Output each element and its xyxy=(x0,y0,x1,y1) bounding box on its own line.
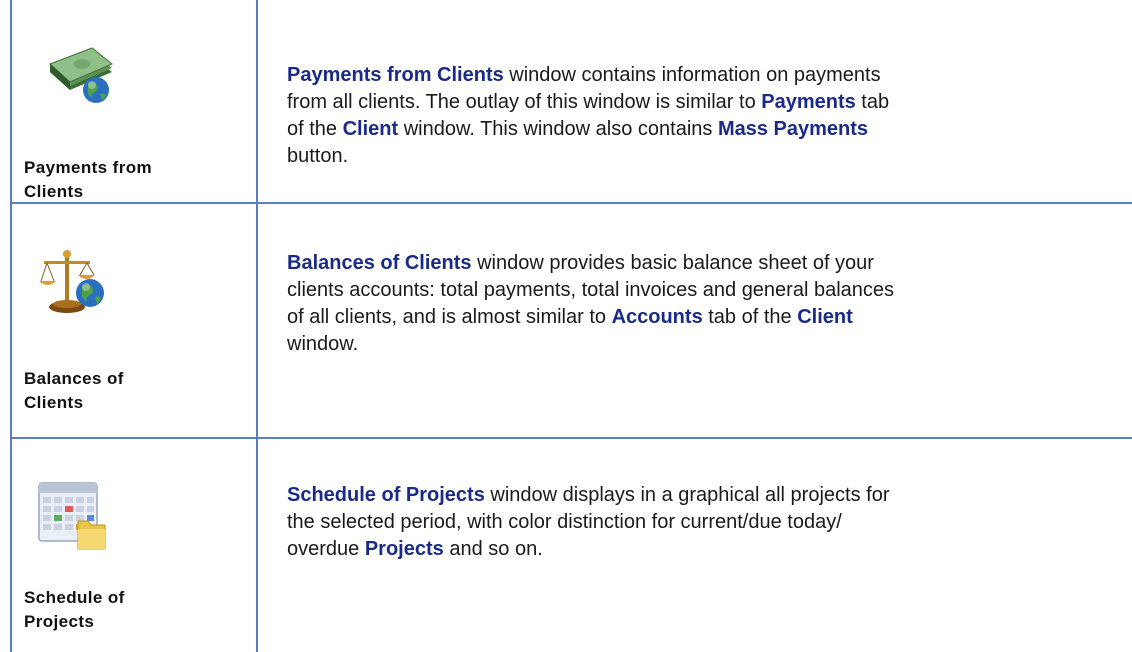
scales-globe-icon xyxy=(38,245,118,325)
table-border-middle xyxy=(256,0,258,652)
link-balances-of-clients[interactable]: Balances of Clients xyxy=(287,252,472,274)
label-balances-of-clients: Balances of Clients xyxy=(24,369,124,412)
money-globe-icon xyxy=(42,42,122,122)
calendar-folder-icon xyxy=(36,475,116,555)
link-payments-from-clients[interactable]: Payments from Clients xyxy=(287,64,504,86)
label-payments-from-clients: Payments from Clients xyxy=(24,158,153,201)
description-schedule-of-projects: Schedule of Projects window displays in … xyxy=(287,484,890,560)
link-schedule-of-projects[interactable]: Schedule of Projects xyxy=(287,484,485,506)
link-client[interactable]: Client xyxy=(797,306,853,328)
link-client[interactable]: Client xyxy=(343,118,399,140)
row-divider xyxy=(10,437,1132,439)
label-schedule-of-projects: Schedule of Projects xyxy=(24,588,125,631)
link-payments[interactable]: Payments xyxy=(761,91,856,113)
link-projects[interactable]: Projects xyxy=(365,538,444,560)
link-mass-payments[interactable]: Mass Payments xyxy=(718,118,868,140)
table-border-left xyxy=(10,0,12,652)
link-accounts[interactable]: Accounts xyxy=(612,306,703,328)
feature-table: Payments from Clients Payments from Clie… xyxy=(0,0,1132,652)
description-balances-of-clients: Balances of Clients window provides basi… xyxy=(287,252,895,355)
description-payments-from-clients: Payments from Clients window contains in… xyxy=(287,64,890,167)
